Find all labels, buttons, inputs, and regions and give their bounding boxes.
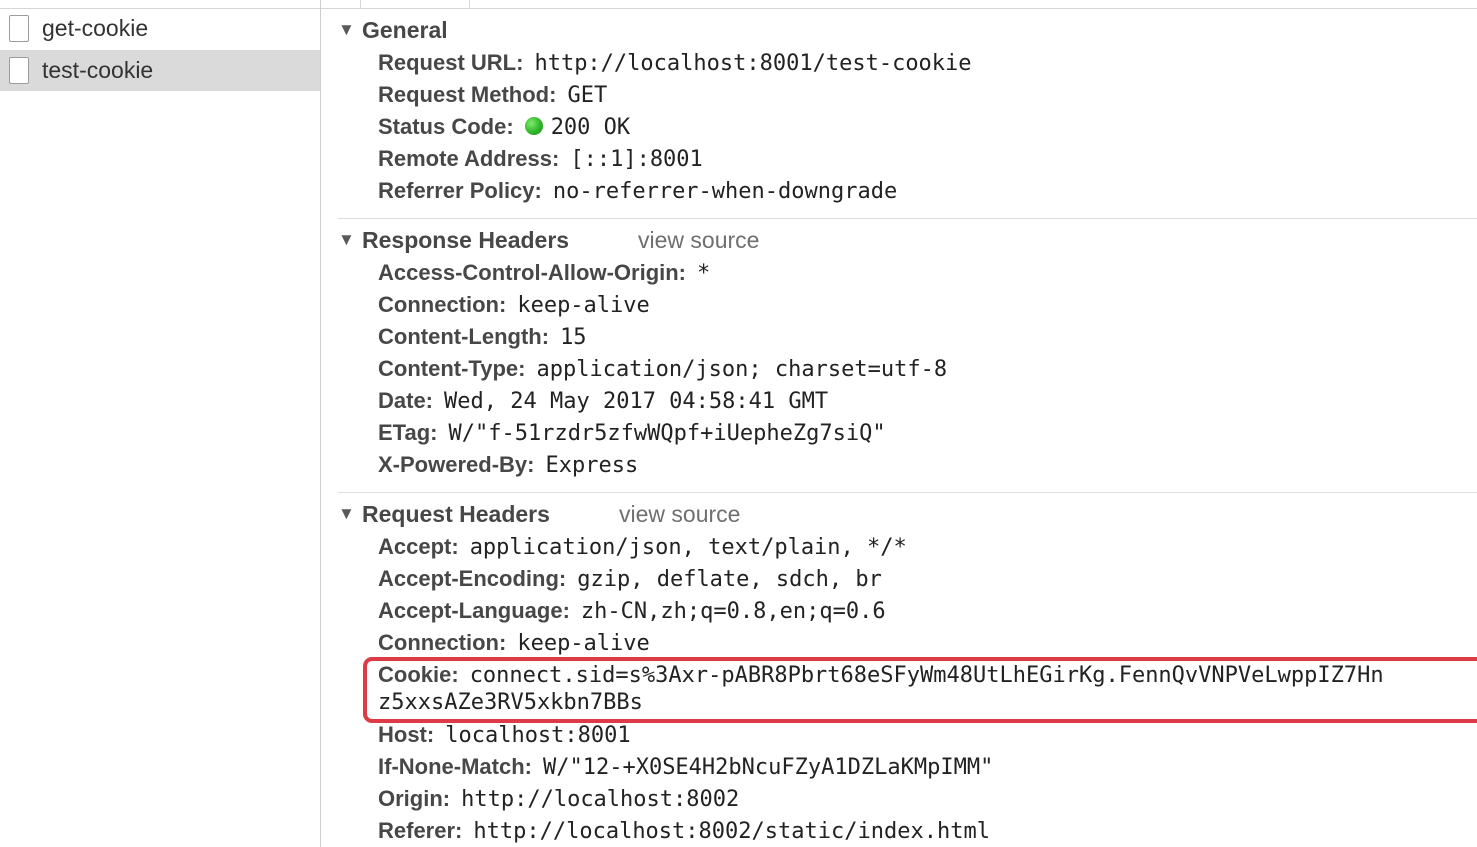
general-section-toggle[interactable]: ▼ General bbox=[338, 15, 448, 45]
request-row: Host: localhost:8001 bbox=[378, 722, 631, 754]
header-key: Request URL: bbox=[378, 50, 524, 75]
header-key: Content-Length: bbox=[378, 324, 550, 349]
general-row-referrer-policy: Referrer Policy: no-referrer-when-downgr… bbox=[378, 178, 897, 210]
header-value: W/"f-51rzdr5zfwWQpf+iUepheZg7siQ" bbox=[448, 421, 886, 446]
header-value: http://localhost:8001/test-cookie bbox=[534, 51, 972, 76]
request-name: get-cookie bbox=[42, 15, 149, 41]
header-key: Accept-Language: bbox=[378, 598, 570, 623]
tab-divider bbox=[469, 0, 470, 8]
header-key: X-Powered-By: bbox=[378, 452, 535, 477]
request-row: Referer: http://localhost:8002/static/in… bbox=[378, 818, 990, 847]
header-key: Date: bbox=[378, 388, 434, 413]
response-view-source-link[interactable]: view source bbox=[638, 225, 759, 255]
document-icon bbox=[9, 57, 29, 84]
header-value: W/"12-+X0SE4H2bNcuFZyA1DZLaKMpIMM" bbox=[542, 755, 994, 780]
header-value: 200 OK bbox=[550, 115, 631, 140]
request-view-source-link[interactable]: view source bbox=[619, 499, 740, 529]
triangle-down-icon: ▼ bbox=[338, 230, 355, 249]
request-headers-section-toggle[interactable]: ▼ Request Headers bbox=[338, 499, 550, 529]
header-value: 15 bbox=[560, 325, 587, 350]
response-row: Content-Type: application/json; charset=… bbox=[378, 356, 947, 388]
cookie-value-continuation: z5xxsAZe3RV5xkbn7BBs bbox=[378, 690, 643, 715]
header-value: Wed, 24 May 2017 04:58:41 GMT bbox=[444, 389, 829, 414]
header-key: ETag: bbox=[378, 420, 438, 445]
request-row-get-cookie[interactable]: get-cookie bbox=[0, 8, 320, 49]
request-row: Origin: http://localhost:8002 bbox=[378, 786, 739, 818]
request-row: Accept-Language: zh-CN,zh;q=0.8,en;q=0.6 bbox=[378, 598, 886, 630]
request-row-test-cookie[interactable]: test-cookie bbox=[0, 50, 320, 91]
response-row: Content-Length: 15 bbox=[378, 324, 587, 356]
request-row: Accept-Encoding: gzip, deflate, sdch, br bbox=[378, 566, 882, 598]
general-row-status-code: Status Code: 200 OK bbox=[378, 114, 630, 146]
header-value: application/json; charset=utf-8 bbox=[536, 357, 948, 382]
header-key: Referrer Policy: bbox=[378, 178, 542, 203]
header-value: localhost:8001 bbox=[445, 723, 631, 748]
section-title-general: General bbox=[362, 16, 448, 43]
general-row-request-url: Request URL: http://localhost:8001/test-… bbox=[378, 50, 972, 82]
header-key: Host: bbox=[378, 722, 435, 747]
status-dot-icon bbox=[524, 117, 543, 135]
section-divider bbox=[338, 218, 1477, 219]
header-key: Status Code: bbox=[378, 114, 514, 139]
tab-divider bbox=[360, 0, 361, 8]
header-value: no-referrer-when-downgrade bbox=[552, 179, 898, 204]
section-title-request-headers: Request Headers bbox=[362, 500, 550, 527]
header-key: Cookie: bbox=[378, 662, 459, 687]
triangle-down-icon: ▼ bbox=[338, 20, 355, 39]
header-key: Connection: bbox=[378, 630, 507, 655]
section-title-response-headers: Response Headers bbox=[362, 226, 570, 253]
header-key: Remote Address: bbox=[378, 146, 560, 171]
request-row: If-None-Match: W/"12-+X0SE4H2bNcuFZyA1DZ… bbox=[378, 754, 993, 786]
header-key: If-None-Match: bbox=[378, 754, 532, 779]
response-row: X-Powered-By: Express bbox=[378, 452, 638, 484]
header-value: keep-alive bbox=[517, 631, 650, 656]
header-key: Content-Type: bbox=[378, 356, 526, 381]
tab-strip bbox=[321, 0, 1477, 9]
request-list: get-cookie test-cookie bbox=[0, 0, 321, 847]
triangle-down-icon: ▼ bbox=[338, 504, 355, 523]
section-divider bbox=[338, 492, 1477, 493]
response-row: Access-Control-Allow-Origin: * bbox=[378, 260, 710, 292]
header-value: http://localhost:8002/static/index.html bbox=[473, 819, 990, 844]
header-value: application/json, text/plain, */* bbox=[469, 535, 907, 560]
header-key: Connection: bbox=[378, 292, 507, 317]
response-row: Connection: keep-alive bbox=[378, 292, 650, 324]
header-key: Access-Control-Allow-Origin: bbox=[378, 260, 687, 285]
response-headers-section-toggle[interactable]: ▼ Response Headers bbox=[338, 225, 569, 255]
response-row: ETag: W/"f-51rzdr5zfwWQpf+iUepheZg7siQ" bbox=[378, 420, 886, 452]
header-key: Origin: bbox=[378, 786, 451, 811]
document-icon bbox=[9, 15, 29, 42]
header-value: keep-alive bbox=[517, 293, 650, 318]
request-row: Accept: application/json, text/plain, */… bbox=[378, 534, 907, 566]
header-key: Accept-Encoding: bbox=[378, 566, 567, 591]
response-row: Date: Wed, 24 May 2017 04:58:41 GMT bbox=[378, 388, 828, 420]
header-key: Accept: bbox=[378, 534, 459, 559]
header-value: gzip, deflate, sdch, br bbox=[577, 567, 882, 592]
request-name: test-cookie bbox=[42, 57, 154, 83]
header-value: zh-CN,zh;q=0.8,en;q=0.6 bbox=[580, 599, 886, 624]
general-row-request-method: Request Method: GET bbox=[378, 82, 607, 114]
header-value: Express bbox=[545, 453, 639, 478]
general-row-remote-address: Remote Address: [::1]:8001 bbox=[378, 146, 703, 178]
header-value: [::1]:8001 bbox=[570, 147, 703, 172]
header-value: http://localhost:8002 bbox=[461, 787, 740, 812]
header-key: Referer: bbox=[378, 818, 463, 843]
header-key: Request Method: bbox=[378, 82, 557, 107]
header-value: * bbox=[697, 261, 711, 286]
headers-pane: ▼ General Request URL: http://localhost:… bbox=[321, 0, 1477, 847]
header-value: GET bbox=[567, 83, 608, 108]
header-value: connect.sid=s%3Axr-pABR8Pbrt68eSFyWm48Ut… bbox=[469, 663, 1384, 688]
